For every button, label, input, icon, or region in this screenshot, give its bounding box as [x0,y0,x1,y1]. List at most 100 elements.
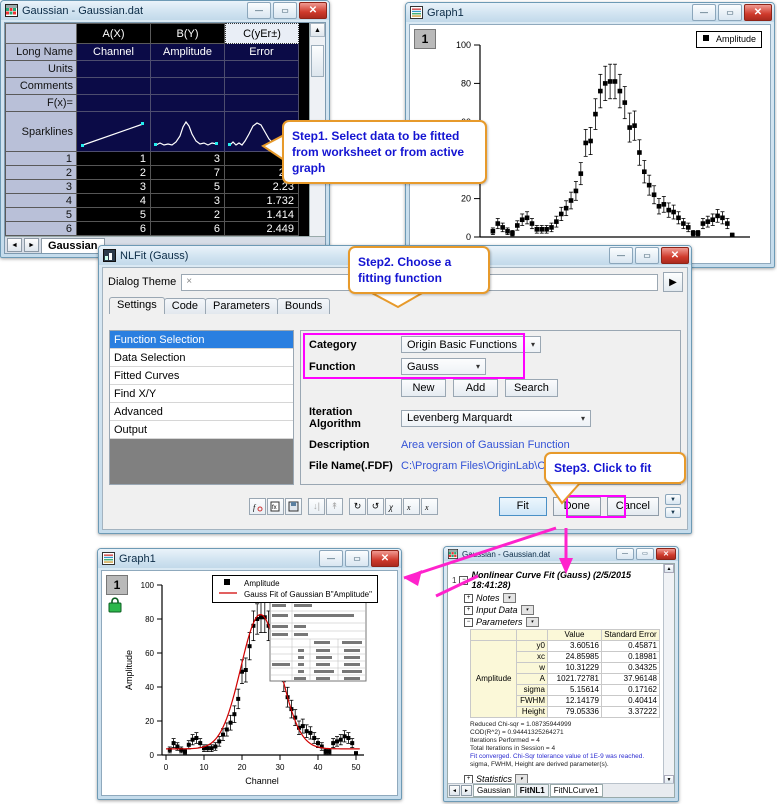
expand-icon[interactable]: + [464,774,473,783]
tab-bounds[interactable]: Bounds [276,298,331,314]
parameters-table[interactable]: Value Standard Error Amplitude y0 3.6051… [469,629,661,718]
scroll-up-arrow[interactable]: ▲ [664,564,674,573]
cell-c[interactable]: 1.732 [225,194,299,208]
table-row[interactable]: 1 1 3 1 [5,152,310,166]
table-row[interactable]: Amplitude y0 3.60516 0.45871 [469,640,661,718]
param-value[interactable]: 12.14179 [547,695,602,707]
maximize-button[interactable]: ▭ [636,548,654,560]
one-iteration-icon[interactable]: ↓| [308,497,325,515]
collapse-icon[interactable]: − [459,575,469,585]
param-error[interactable]: 0.45871 [600,640,661,652]
cell-a[interactable]: 1 [77,152,151,166]
table-row[interactable]: 2 2 7 2.6 [5,166,310,180]
sheet-nav-prev[interactable]: ◄ [7,238,22,252]
result-graph-legend[interactable]: Amplitude Gauss Fit of Gaussian B"Amplit… [212,575,378,603]
function-buttons-row[interactable]: New Add Search [401,379,680,397]
table-row[interactable]: 4 4 3 1.732 [5,194,310,208]
cell-c[interactable]: 2.449 [225,222,299,236]
nlfit-nav-list[interactable]: Function Selection Data Selection Fitted… [109,330,294,485]
param-error[interactable]: 3.37222 [600,706,661,718]
long-name-a[interactable]: Channel [77,44,151,61]
worksheet-grid[interactable]: A(X) B(Y) C(yEr±) Long Name Channel Ampl… [5,23,310,253]
sheet-tab-fitnlcurve1[interactable]: FitNLCurve1 [549,784,603,797]
nlfit-tabs[interactable]: Settings Code Parameters Bounds [109,297,687,314]
result-graph-window[interactable]: Graph1 — ▭ ✕ 1 Amplitude Gauss Fit of Ga… [97,548,402,800]
chisqr-icon[interactable]: χ [385,497,402,515]
chevron-down-icon[interactable]: ▾ [502,593,516,603]
comments-c[interactable] [225,78,299,95]
nav-item-output[interactable]: Output [110,421,293,439]
approximate-icon[interactable]: x [403,497,420,515]
function-dropdown[interactable]: Gauss ▾ [401,358,486,375]
nlfit-window-controls[interactable]: — ▭ ✕ [609,247,689,264]
node-parameters[interactable]: − Parameters ▾ [464,617,663,627]
nlfit-toolbar[interactable]: f fx ↓| ↟ ↻ ↺ χ x x [249,497,439,515]
minimize-button[interactable]: — [692,4,716,21]
report-titlebar[interactable]: Gaussian - Gaussian.dat — ▭ ✕ [444,547,678,561]
param-value[interactable]: 10.31229 [547,662,602,674]
nav-item-data-selection[interactable]: Data Selection [110,349,293,367]
sheet-nav-next[interactable]: ► [24,238,39,252]
table-row[interactable]: 3 3 5 2.23 [5,180,310,194]
graph-window-controls[interactable]: — ▭ ✕ [692,4,772,21]
param-error[interactable]: 0.40414 [600,695,661,707]
sparklines-row[interactable]: Sparklines [5,112,310,152]
tab-code[interactable]: Code [163,298,207,314]
layer-badge[interactable]: 1 [106,575,128,595]
units-row[interactable]: Units [5,61,310,78]
close-button[interactable]: ✕ [661,247,689,264]
auto-icon[interactable]: x [421,497,438,515]
cell-a[interactable]: 5 [77,208,151,222]
formula-icon[interactable]: f [249,497,266,515]
row-index[interactable]: 3 [5,180,77,194]
node-statistics[interactable]: + Statistics ▾ [464,774,663,783]
param-value[interactable]: 5.15614 [547,684,602,696]
scroll-thumb[interactable] [311,45,324,77]
cell-a[interactable]: 4 [77,194,151,208]
nlfit-footer[interactable]: f fx ↓| ↟ ↻ ↺ χ x x Fit Done Cancel ▼ ▼ [109,487,681,525]
chevron-down-icon[interactable]: ▾ [520,605,534,615]
maximize-button[interactable]: ▭ [273,2,297,19]
scroll-down-button-1[interactable]: ▼ [665,494,681,505]
sheet-tab-fitnl1[interactable]: FitNL1 [515,784,549,797]
param-error[interactable]: 0.34325 [600,662,661,674]
comments-b[interactable] [151,78,225,95]
cell-b[interactable]: 7 [151,166,225,180]
param-value[interactable]: 3.60516 [547,640,602,652]
node-notes[interactable]: + Notes ▾ [464,593,663,603]
report-window[interactable]: Gaussian - Gaussian.dat — ▭ ✕ 1 − Nonlin… [443,546,679,802]
param-error[interactable]: 0.18981 [600,651,661,663]
search-function-button[interactable]: Search [505,379,558,397]
long-name-c[interactable]: Error [225,44,299,61]
report-sheet-tabs[interactable]: ◄ ► Gaussian FitNL1 FitNLCurve1 [448,783,674,797]
maximize-button[interactable]: ▭ [635,247,659,264]
row-index[interactable]: 4 [5,194,77,208]
param-value[interactable]: 79.05336 [547,706,602,718]
cell-c[interactable]: 1.414 [225,208,299,222]
report-sheet[interactable]: 1 − Nonlinear Curve Fit (Gauss) (2/5/201… [448,564,663,783]
nlfit-action-buttons[interactable]: Fit Done Cancel ▼ ▼ [493,494,681,518]
long-name-b[interactable]: Amplitude [151,44,225,61]
close-button[interactable]: ✕ [299,2,327,19]
cell-b[interactable]: 6 [151,222,225,236]
worksheet-window[interactable]: Gaussian - Gaussian.dat — ▭ ✕ A(X) B(Y) … [0,0,330,258]
sheet-nav-next[interactable]: ► [461,785,472,796]
cell-b[interactable]: 3 [151,152,225,166]
reset-initial-icon[interactable]: ↺ [367,497,384,515]
cell-b[interactable]: 5 [151,180,225,194]
graph-titlebar[interactable]: Graph1 — ▭ ✕ [406,3,774,22]
close-button[interactable]: ✕ [744,4,772,21]
nav-item-function-selection[interactable]: Function Selection [110,331,293,349]
cell-a[interactable]: 6 [77,222,151,236]
iteration-algorithm-dropdown[interactable]: Levenberg Marquardt ▾ [401,409,591,427]
table-row[interactable]: 6 6 6 2.449 [5,222,310,236]
minimize-button[interactable]: — [609,247,633,264]
units-c[interactable] [225,61,299,78]
fx-row[interactable]: F(x)= [5,95,310,112]
minimize-button[interactable]: — [247,2,271,19]
report-vertical-scrollbar[interactable]: ▲ ▼ [663,564,674,784]
new-function-button[interactable]: New [401,379,446,397]
fit-button[interactable]: Fit [498,496,547,516]
cell-a[interactable]: 2 [77,166,151,180]
param-error[interactable]: 37.96148 [600,673,661,685]
